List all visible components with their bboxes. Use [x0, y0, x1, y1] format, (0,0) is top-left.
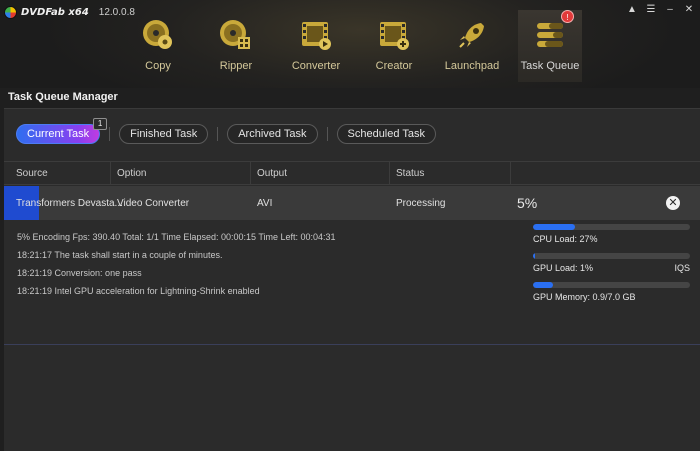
column-divider: [110, 162, 111, 184]
converter-film-icon: [299, 18, 333, 52]
task-queue-icon: [533, 18, 567, 52]
nav-creator[interactable]: Creator: [356, 10, 432, 82]
task-output: AVI: [257, 198, 273, 209]
tab-label: Archived Task: [238, 128, 307, 140]
nav-label: Creator: [375, 60, 413, 72]
dvdfab-logo-icon: [4, 5, 17, 19]
minimize-icon[interactable]: –: [665, 4, 675, 16]
log-line: 18:21:19 Conversion: one pass: [17, 268, 142, 278]
close-icon[interactable]: ✕: [684, 4, 694, 16]
tab-divider: [109, 127, 111, 141]
task-details: 5% Encoding Fps: 390.40 Total: 1/1 Time …: [4, 220, 700, 344]
pin-icon[interactable]: ▲: [627, 4, 637, 16]
rocket-icon: [455, 18, 489, 52]
cancel-task-button[interactable]: ✕: [666, 196, 680, 210]
cpu-load-bar: [533, 224, 690, 230]
window-controls: ▲ ☰ – ✕: [627, 4, 694, 16]
tab-label: Finished Task: [130, 128, 198, 140]
page-title: Task Queue Manager: [8, 91, 118, 103]
table-header: Source Option Output Status: [4, 161, 700, 185]
gpu-memory-bar: [533, 282, 690, 288]
column-header-output: Output: [257, 168, 288, 179]
nav-ripper[interactable]: Ripper: [198, 10, 274, 82]
nav-converter[interactable]: Converter: [278, 10, 354, 82]
copy-disc-icon: [141, 18, 175, 52]
nav-copy[interactable]: Copy: [120, 10, 196, 82]
tab-count-badge: 1: [93, 118, 108, 130]
nav-label: Ripper: [219, 60, 253, 72]
gpu-memory-fill: [533, 282, 554, 288]
column-divider: [510, 162, 511, 184]
task-status: Processing: [396, 198, 446, 209]
task-source: Transformers Devasta...: [16, 198, 123, 209]
panel-divider: [4, 344, 700, 345]
creator-film-icon: [377, 18, 411, 52]
nav-label: Task Queue: [520, 60, 580, 72]
tab-divider: [326, 127, 328, 141]
tab-archived-task[interactable]: Archived Task: [227, 124, 318, 144]
task-queue-panel: Current Task 1 Finished Task Archived Ta…: [4, 108, 700, 451]
tab-current-task[interactable]: Current Task 1: [16, 118, 108, 144]
gpu-load-label: GPU Load: 1% IQS: [533, 263, 690, 273]
task-tabs: Current Task 1 Finished Task Archived Ta…: [16, 118, 436, 145]
log-line: 18:21:19 Intel GPU acceleration for Ligh…: [17, 286, 260, 296]
task-percent: 5%: [517, 195, 538, 211]
main-nav: Copy Ripper Converter Creator Launchpad …: [120, 10, 600, 82]
nav-launchpad[interactable]: Launchpad: [434, 10, 510, 82]
tab-divider: [217, 127, 219, 141]
column-header-source: Source: [16, 168, 48, 179]
brand: DVDFab x64 12.0.0.8: [4, 4, 135, 20]
column-divider: [250, 162, 251, 184]
menu-icon[interactable]: ☰: [646, 4, 656, 16]
nav-label: Copy: [145, 60, 171, 72]
column-header-status: Status: [396, 168, 425, 179]
column-header-option: Option: [117, 168, 147, 179]
tab-label: Scheduled Task: [347, 128, 425, 140]
nav-task-queue[interactable]: ! Task Queue: [518, 10, 582, 82]
gpu-mode-text: IQS: [674, 263, 690, 273]
task-log: 5% Encoding Fps: 390.40 Total: 1/1 Time …: [17, 230, 336, 302]
task-option: Video Converter: [117, 198, 190, 209]
cpu-load-fill: [533, 224, 576, 230]
ripper-disc-icon: [219, 18, 253, 52]
table-row[interactable]: Transformers Devasta... Video Converter …: [4, 186, 700, 220]
gpu-memory-label: GPU Memory: 0.9/7.0 GB: [533, 292, 690, 302]
column-divider: [389, 162, 390, 184]
top-bar: DVDFab x64 12.0.0.8 ▲ ☰ – ✕ Copy Ripper …: [0, 0, 700, 88]
nav-label: Converter: [291, 60, 341, 72]
tab-finished-task[interactable]: Finished Task: [119, 124, 209, 144]
log-line: 18:21:17 The task shall start in a coupl…: [17, 250, 223, 260]
cpu-load-text: CPU Load: 27%: [533, 234, 598, 244]
brand-name: DVDFab x64: [21, 6, 89, 18]
cpu-load-label: CPU Load: 27%: [533, 234, 690, 244]
gpu-memory-text: GPU Memory: 0.9/7.0 GB: [533, 292, 636, 302]
nav-label: Launchpad: [444, 60, 500, 72]
log-line: 5% Encoding Fps: 390.40 Total: 1/1 Time …: [17, 232, 336, 242]
gpu-load-bar: [533, 253, 690, 259]
tab-scheduled-task[interactable]: Scheduled Task: [336, 124, 436, 144]
tab-label: Current Task: [27, 128, 90, 140]
gpu-load-text: GPU Load: 1%: [533, 263, 594, 273]
gpu-load-fill: [533, 253, 535, 259]
task-queue-alert-badge: !: [561, 10, 574, 23]
system-stats: CPU Load: 27% GPU Load: 1% IQS GPU Memor…: [533, 224, 690, 311]
